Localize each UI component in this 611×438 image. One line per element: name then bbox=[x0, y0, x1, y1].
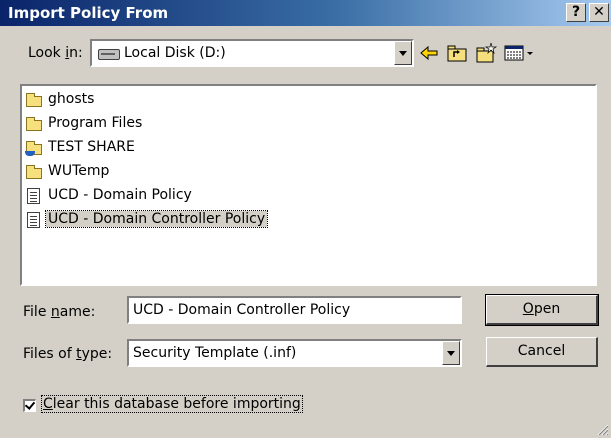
shared-folder-icon bbox=[25, 140, 43, 156]
drive-icon bbox=[98, 49, 120, 60]
close-button[interactable]: ✕ bbox=[589, 3, 609, 22]
back-icon[interactable] bbox=[418, 42, 440, 64]
new-folder-icon[interactable] bbox=[475, 42, 497, 64]
folder-icon bbox=[25, 92, 43, 108]
filename-label: File name: bbox=[23, 304, 96, 320]
lookin-dropdown[interactable]: Local Disk (D:) bbox=[90, 39, 414, 67]
open-button[interactable]: Open bbox=[485, 294, 599, 326]
lookin-label: Look in: bbox=[28, 45, 83, 61]
window-title: Import Policy From bbox=[8, 4, 169, 22]
filename-input[interactable]: UCD - Domain Controller Policy bbox=[127, 296, 462, 324]
up-one-level-icon[interactable] bbox=[446, 42, 468, 64]
folder-icon bbox=[25, 164, 43, 180]
clear-database-label[interactable]: Clear this database before importing bbox=[41, 395, 303, 413]
filetype-value: Security Template (.inf) bbox=[133, 345, 297, 361]
folder-icon bbox=[25, 116, 43, 132]
filetype-dropdown-arrow-icon[interactable] bbox=[442, 341, 460, 365]
lookin-value: Local Disk (D:) bbox=[124, 45, 226, 61]
file-list[interactable]: ghosts Program Files TEST SHARE WUTemp U… bbox=[20, 84, 597, 286]
views-menu-icon[interactable] bbox=[503, 42, 537, 64]
template-file-icon bbox=[25, 188, 43, 204]
clear-database-checkbox[interactable] bbox=[23, 399, 36, 412]
resize-grip-icon[interactable] bbox=[597, 424, 609, 436]
filetype-dropdown[interactable]: Security Template (.inf) bbox=[127, 339, 462, 367]
filetype-label: Files of type: bbox=[23, 346, 113, 362]
help-button[interactable]: ? bbox=[566, 3, 586, 22]
cancel-button[interactable]: Cancel bbox=[486, 337, 598, 367]
lookin-dropdown-arrow-icon[interactable] bbox=[394, 41, 412, 65]
template-file-icon bbox=[25, 212, 43, 228]
title-bar[interactable]: Import Policy From ? ✕ bbox=[0, 0, 611, 26]
